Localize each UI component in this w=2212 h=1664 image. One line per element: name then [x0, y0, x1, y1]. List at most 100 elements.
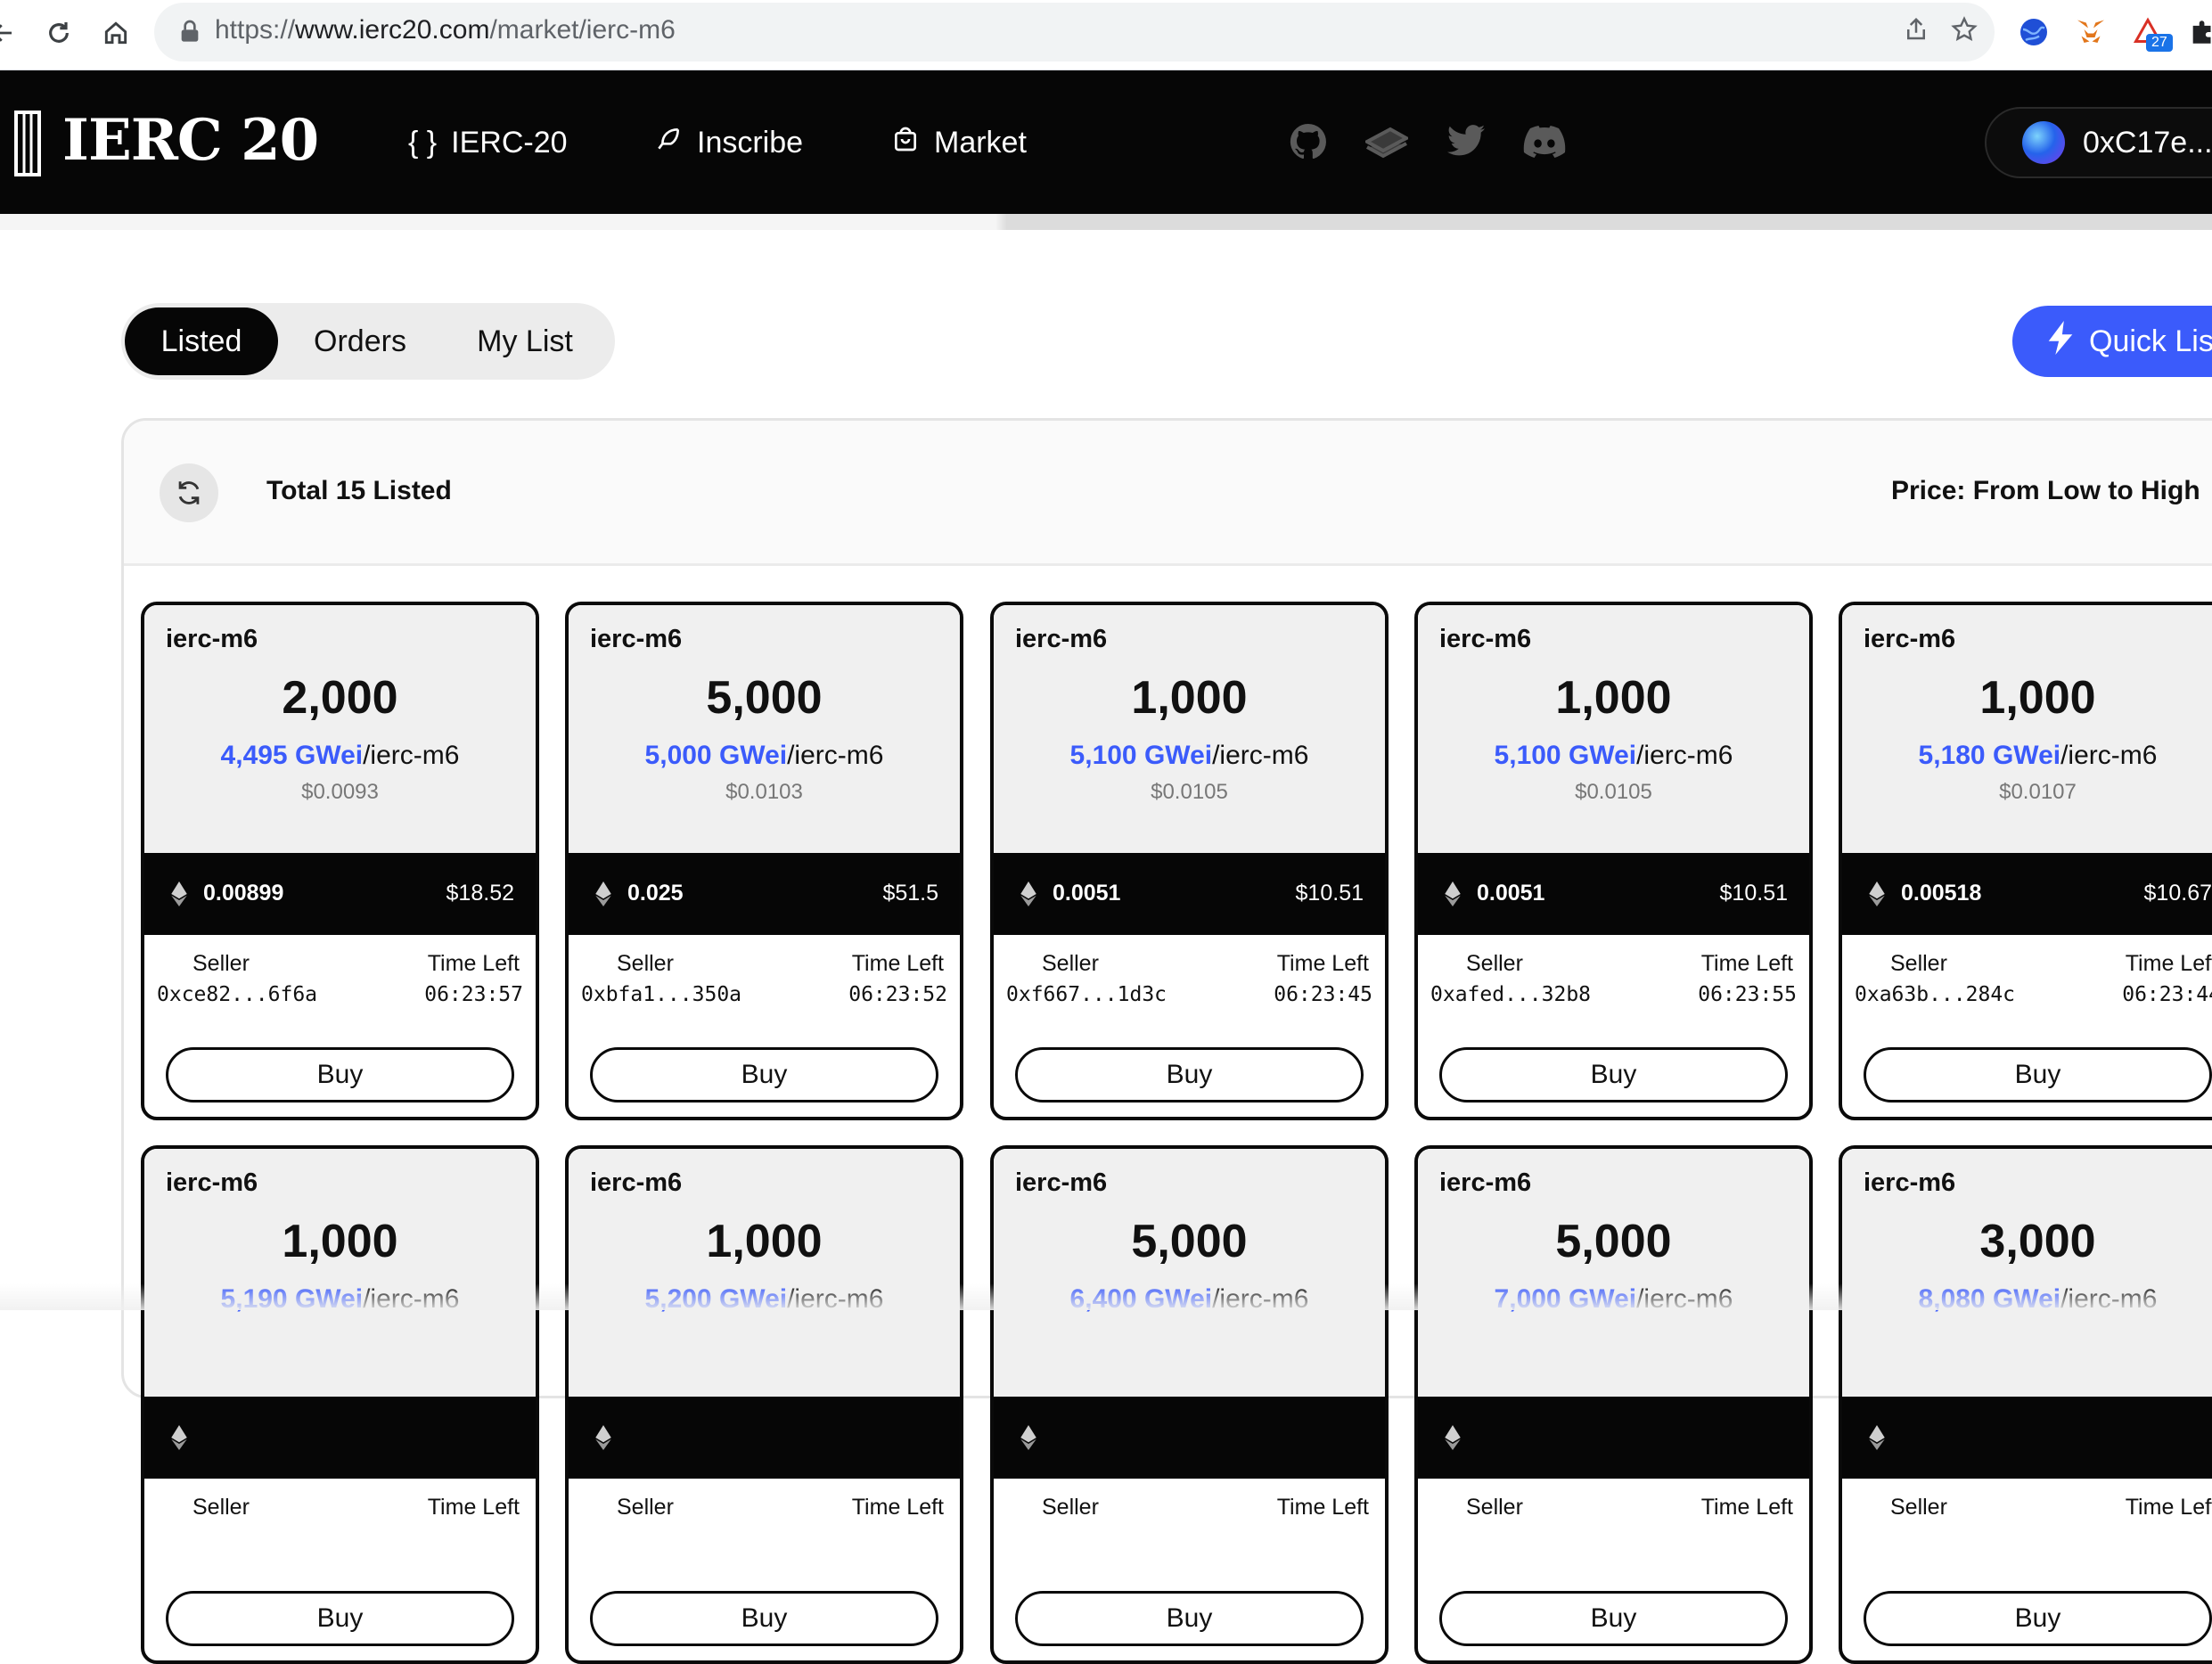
- tab-orders[interactable]: Orders: [282, 307, 438, 375]
- card-total-bar: 0.00518 $10.67: [1842, 853, 2212, 935]
- eth-icon: [1020, 1425, 1036, 1450]
- nav-market[interactable]: Market: [891, 123, 1027, 162]
- listing-card[interactable]: ierc-m6 1,000 5,180 GWei/ierc-m6 $0.0107 0.0…: [1839, 602, 2212, 1120]
- listing-card[interactable]: ierc-m61,0005,200 GWei/ierc-m6SellerTime…: [565, 1145, 963, 1664]
- card-summary: ierc-m61,0005,190 GWei/ierc-m6: [144, 1149, 536, 1397]
- eth-icon: [1445, 881, 1461, 906]
- listing-card[interactable]: ierc-m6 1,000 5,100 GWei/ierc-m6 $0.0105 0.0…: [990, 602, 1389, 1120]
- card-unit-usd: $0.0093: [301, 780, 379, 804]
- card-usd-total: $10.51: [1295, 881, 1364, 906]
- site-logo[interactable]: IERC 20: [62, 107, 319, 174]
- eth-icon: [1445, 1425, 1461, 1450]
- seller-label: Seller: [1466, 951, 1523, 976]
- discord-icon[interactable]: [1522, 119, 1567, 164]
- nav-market-label: Market: [934, 125, 1027, 160]
- card-total-bar: [1842, 1397, 2212, 1479]
- card-ticker: ierc-m6: [1864, 625, 1956, 653]
- card-usd-total: $51.5: [882, 881, 938, 906]
- card-amount: 5,000: [706, 672, 823, 724]
- card-unit-usd: $0.0105: [1151, 780, 1228, 804]
- extension-icon[interactable]: 27: [2130, 14, 2173, 52]
- card-summary: ierc-m6 1,000 5,100 GWei/ierc-m6 $0.0105: [1418, 605, 1809, 853]
- buy-button[interactable]: Buy: [1864, 1047, 2212, 1103]
- listing-card[interactable]: ierc-m65,0006,400 GWei/ierc-m6SellerTime…: [990, 1145, 1389, 1664]
- bag-icon: [891, 125, 920, 161]
- back-arrow-icon[interactable]: [0, 11, 25, 55]
- card-eth-total: 0.0051: [1477, 881, 1545, 906]
- card-amount: 2,000: [282, 672, 398, 724]
- card-eth-total: 0.00518: [1901, 881, 1982, 906]
- buy-button[interactable]: Buy: [1015, 1591, 1364, 1646]
- card-total-bar: [994, 1397, 1385, 1479]
- time-left-value: 06:23:44: [2122, 983, 2212, 1006]
- buy-button[interactable]: Buy: [1439, 1047, 1788, 1103]
- star-icon[interactable]: [1947, 15, 1981, 49]
- card-amount: 5,000: [1131, 1216, 1248, 1267]
- card-ticker: ierc-m6: [590, 1168, 683, 1197]
- globe-extension-icon[interactable]: [2016, 14, 2052, 50]
- seller-address[interactable]: 0xafed...32b8: [1430, 983, 1591, 1006]
- gitbook-icon[interactable]: [1364, 119, 1409, 164]
- quick-list-label: Quick Lis: [2089, 324, 2212, 358]
- address-bar[interactable]: https://www.ierc20.com/market/ierc-m6: [154, 3, 1995, 61]
- github-icon[interactable]: [1286, 119, 1331, 164]
- eth-icon: [595, 1425, 611, 1450]
- listing-card[interactable]: ierc-m61,0005,190 GWei/ierc-m6SellerTime…: [141, 1145, 539, 1664]
- seller-label: Seller: [1890, 951, 1947, 976]
- time-left-value: 06:23:55: [1698, 983, 1797, 1006]
- card-gwei-price: 5,000 GWei: [644, 741, 788, 770]
- listing-card[interactable]: ierc-m6 1,000 5,100 GWei/ierc-m6 $0.0105 0.0…: [1414, 602, 1813, 1120]
- eth-icon: [171, 881, 187, 906]
- nav-inscribe[interactable]: Inscribe: [654, 123, 803, 162]
- seller-label: Seller: [617, 951, 674, 976]
- card-gwei-price: 5,100 GWei: [1069, 741, 1213, 770]
- buy-button[interactable]: Buy: [1439, 1591, 1788, 1646]
- buy-button[interactable]: Buy: [590, 1591, 938, 1646]
- seller-address[interactable]: 0xbfa1...350a: [581, 983, 741, 1006]
- card-summary: ierc-m63,0008,080 GWei/ierc-m6: [1842, 1149, 2212, 1397]
- header-divider: [0, 214, 2212, 230]
- twitter-icon[interactable]: [1444, 119, 1488, 164]
- metamask-extension-icon[interactable]: [2073, 14, 2109, 50]
- tab-my-list[interactable]: My List: [442, 307, 608, 375]
- card-eth-total: 0.0051: [1053, 881, 1121, 906]
- seller-address[interactable]: 0xce82...6f6a: [157, 983, 317, 1006]
- feather-icon: [654, 125, 683, 161]
- buy-button[interactable]: Buy: [166, 1047, 514, 1103]
- listing-card[interactable]: ierc-m65,0007,000 GWei/ierc-m6SellerTime…: [1414, 1145, 1813, 1664]
- wallet-address: 0xC17e...7: [2083, 125, 2212, 160]
- sort-dropdown[interactable]: Price: From Low to High: [1891, 476, 2212, 506]
- card-total-bar: [569, 1397, 960, 1479]
- eth-icon: [1020, 881, 1036, 906]
- card-unit: /ierc-m6: [2060, 741, 2158, 770]
- seller-address[interactable]: 0xf667...1d3c: [1006, 983, 1167, 1006]
- nav-ierc20[interactable]: { } IERC-20: [408, 123, 568, 162]
- tab-listed[interactable]: Listed: [125, 307, 278, 375]
- buy-button[interactable]: Buy: [1864, 1591, 2212, 1646]
- reload-icon[interactable]: [37, 11, 81, 55]
- buy-button[interactable]: Buy: [1015, 1047, 1364, 1103]
- time-left-label: Time Left: [1276, 1495, 1369, 1520]
- time-left-label: Time Left: [2125, 1495, 2212, 1520]
- seller-address[interactable]: 0xa63b...284c: [1855, 983, 2015, 1006]
- buy-button[interactable]: Buy: [166, 1591, 514, 1646]
- card-total-bar: [144, 1397, 536, 1479]
- time-left-label: Time Left: [851, 951, 944, 976]
- listing-card[interactable]: ierc-m6 2,000 4,495 GWei/ierc-m6 $0.0093 0.0…: [141, 602, 539, 1120]
- wallet-button[interactable]: 0xC17e...7: [1985, 107, 2212, 178]
- buy-button[interactable]: Buy: [590, 1047, 938, 1103]
- quick-list-button[interactable]: Quick Lis: [2012, 306, 2212, 377]
- card-amount: 1,000: [282, 1216, 398, 1267]
- share-icon[interactable]: [1899, 15, 1933, 49]
- refresh-button[interactable]: [160, 463, 218, 522]
- card-ticker: ierc-m6: [1015, 625, 1108, 653]
- home-icon[interactable]: [94, 11, 138, 55]
- eth-icon: [171, 1425, 187, 1450]
- listing-card[interactable]: ierc-m6 5,000 5,000 GWei/ierc-m6 $0.0103 0.0…: [565, 602, 963, 1120]
- puzzle-icon[interactable]: [2185, 14, 2212, 50]
- logo-mark[interactable]: [14, 111, 41, 176]
- listing-card[interactable]: ierc-m63,0008,080 GWei/ierc-m6SellerTime…: [1839, 1145, 2212, 1664]
- lock-icon[interactable]: [176, 18, 204, 46]
- card-unit: /ierc-m6: [1212, 741, 1309, 770]
- listing-tabs: Listed Orders My List: [121, 303, 615, 380]
